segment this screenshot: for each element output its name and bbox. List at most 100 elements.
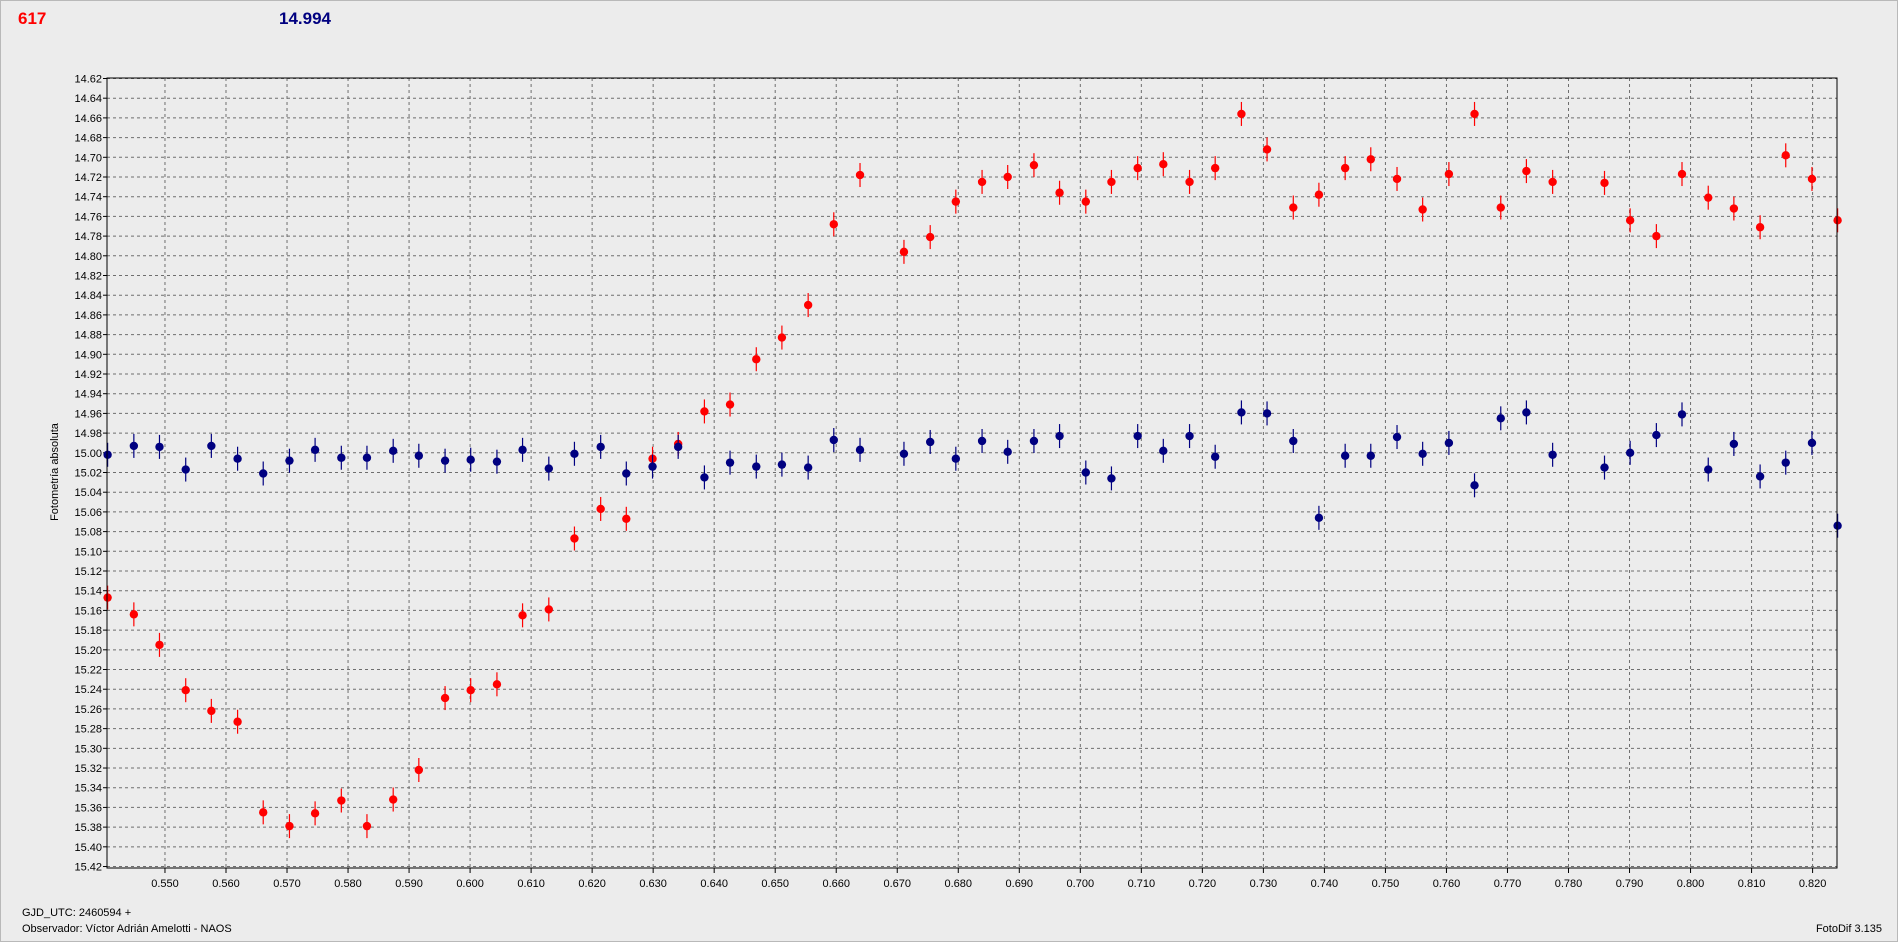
data-point (1522, 408, 1531, 417)
data-point (362, 821, 372, 831)
x-tick-label: 0.680 (945, 878, 973, 890)
data-point (388, 446, 398, 456)
data-point (596, 442, 605, 452)
y-tick-label: 15.18 (74, 625, 102, 637)
data-point (829, 435, 838, 445)
data-point (1548, 450, 1557, 459)
y-tick-label: 15.02 (74, 468, 102, 480)
x-tick-label: 0.610 (517, 878, 545, 890)
data-point (1289, 203, 1298, 212)
data-point (1652, 231, 1661, 241)
x-tick-label: 0.550 (151, 878, 179, 890)
data-point (259, 808, 268, 817)
grid-lines (103, 77, 1837, 873)
data-point (544, 605, 554, 614)
data-point (1833, 521, 1842, 530)
y-tick-label: 14.96 (74, 408, 102, 420)
data-point (1262, 409, 1272, 418)
data-point (1185, 431, 1194, 441)
data-point (466, 686, 475, 695)
y-tick-label: 15.30 (74, 743, 102, 755)
data-point (1755, 472, 1765, 481)
data-point (1340, 163, 1350, 173)
data-point (1159, 446, 1168, 456)
data-point (1133, 431, 1142, 441)
data-point (233, 454, 242, 463)
y-tick-label: 14.72 (74, 172, 102, 184)
data-point (1133, 163, 1142, 173)
y-tick-label: 15.04 (74, 487, 102, 499)
y-tick-label: 14.74 (74, 192, 102, 204)
y-tick-label: 14.90 (74, 349, 102, 361)
data-point (1081, 468, 1091, 477)
data-point (440, 456, 450, 465)
y-tick-label: 15.28 (74, 724, 102, 736)
data-point (648, 462, 657, 471)
x-tick-label: 0.570 (273, 878, 301, 890)
data-point (570, 449, 579, 458)
data-point (1807, 438, 1817, 448)
data-point (1677, 410, 1687, 419)
data-point (777, 460, 787, 469)
software-label: FotoDif 3.135 (1815, 923, 1882, 935)
data-point (1704, 465, 1713, 474)
data-point (725, 400, 735, 409)
data-point (1677, 169, 1687, 179)
data-point (1081, 197, 1091, 206)
data-point (1625, 448, 1635, 458)
data-point (259, 469, 268, 478)
data-point (1237, 408, 1246, 417)
data-point (977, 436, 987, 446)
data-point (233, 717, 242, 726)
data-point (285, 821, 294, 831)
data-point (337, 453, 346, 462)
data-point (899, 247, 909, 257)
x-tick-label: 0.750 (1372, 878, 1400, 890)
data-point (1600, 463, 1609, 472)
x-tick-label: 0.580 (334, 878, 362, 890)
data-point (752, 462, 761, 471)
data-point (129, 441, 139, 451)
data-point (1729, 204, 1739, 213)
data-point (725, 458, 735, 467)
data-point (1652, 430, 1661, 440)
data-point (1470, 109, 1479, 119)
data-point (1029, 436, 1039, 446)
y-tick-label: 14.98 (74, 428, 102, 440)
x-tick-label: 0.620 (578, 878, 606, 890)
data-point (1392, 432, 1402, 442)
y-tick-label: 14.82 (74, 271, 102, 283)
y-tick-label: 14.92 (74, 369, 102, 381)
y-tick-label: 15.16 (74, 605, 102, 617)
data-point (777, 333, 787, 342)
x-tick-label: 0.690 (1006, 878, 1034, 890)
data-point (803, 463, 813, 472)
data-point (1548, 177, 1557, 187)
data-point (951, 454, 961, 463)
data-point (951, 197, 961, 206)
data-point (673, 442, 683, 452)
y-tick-label: 14.84 (74, 290, 102, 302)
data-point (181, 686, 190, 695)
x-tick-labels: 0.550 0.560 0.570 0.580 0.590 0.600 0.610 0.620… (151, 878, 1826, 890)
data-point (1210, 452, 1220, 461)
y-tick-label: 15.14 (74, 586, 102, 598)
data-point (1003, 172, 1012, 182)
y-tick-label: 15.08 (74, 527, 102, 539)
x-tick-label: 0.770 (1494, 878, 1522, 890)
data-point (207, 706, 216, 716)
y-tick-labels: 14.62 14.64 14.66 14.68 14.70 14.72 14.74 14.76… (74, 73, 102, 873)
data-point (1289, 436, 1298, 446)
x-tick-label: 0.820 (1799, 878, 1827, 890)
data-point (362, 453, 372, 462)
y-tick-label: 14.62 (74, 73, 102, 85)
data-point (1392, 174, 1402, 184)
data-point (622, 514, 631, 524)
y-tick-label: 15.32 (74, 763, 102, 775)
data-point (518, 611, 527, 620)
x-tick-label: 0.630 (639, 878, 667, 890)
data-point (388, 795, 398, 804)
x-tick-label: 0.640 (700, 878, 728, 890)
data-point (1418, 205, 1427, 214)
data-point (977, 177, 987, 187)
